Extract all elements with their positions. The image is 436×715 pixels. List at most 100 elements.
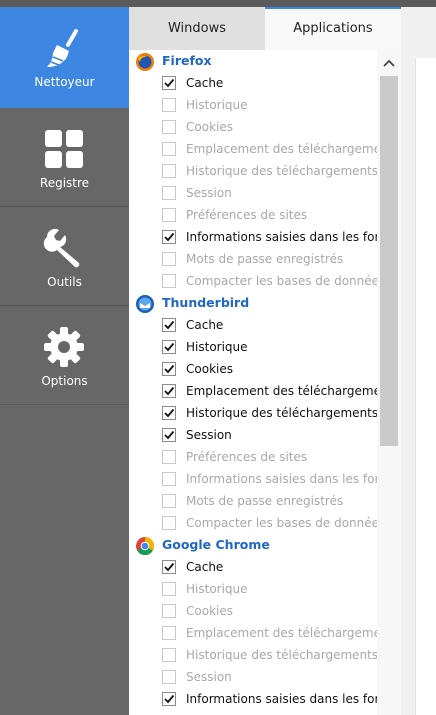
gear-icon	[44, 327, 84, 367]
vertical-scrollbar[interactable]	[377, 50, 401, 715]
group-header-firefox[interactable]: Firefox	[129, 50, 401, 72]
sidebar-item-label: Registre	[39, 176, 90, 190]
list-item[interactable]: Mots de passe enregistrés	[129, 248, 401, 270]
group-name: Thunderbird	[162, 295, 250, 310]
checkbox[interactable]	[162, 186, 176, 200]
list-item[interactable]: Historique	[129, 94, 401, 116]
checkbox[interactable]	[162, 384, 176, 398]
content-area	[401, 50, 436, 715]
list-item[interactable]: Historique des téléchargements	[129, 402, 401, 424]
list-item[interactable]: Préférences de sites	[129, 204, 401, 226]
list-item-label: Session	[186, 186, 232, 200]
list-item[interactable]: Informations saisies dans les formulaire…	[129, 468, 401, 490]
checkbox[interactable]	[162, 582, 176, 596]
chrome-icon	[136, 537, 155, 556]
tab-windows[interactable]: Windows	[129, 7, 265, 50]
list-item[interactable]: Historique	[129, 578, 401, 600]
checkbox[interactable]	[162, 76, 176, 90]
list-item-label: Cache	[186, 318, 224, 332]
group-header-thunderbird[interactable]: Thunderbird	[129, 292, 401, 314]
group-header-google-chrome[interactable]: Google Chrome	[129, 534, 401, 556]
list-item-label: Emplacement des téléchargements	[186, 142, 378, 156]
list-item[interactable]: Cache	[129, 556, 401, 578]
checkbox[interactable]	[162, 120, 176, 134]
checkbox[interactable]	[162, 494, 176, 508]
list-item-label: Compacter les bases de données	[186, 274, 378, 288]
checkbox[interactable]	[162, 230, 176, 244]
checkbox[interactable]	[162, 208, 176, 222]
list-item[interactable]: Session	[129, 182, 401, 204]
sidebar-item-label: Options	[41, 374, 88, 388]
list-item[interactable]: Mots de passe enregistrés	[129, 490, 401, 512]
scroll-up-arrow-icon[interactable]	[382, 58, 396, 68]
checkbox[interactable]	[162, 274, 176, 288]
checkbox[interactable]	[162, 164, 176, 178]
list-item-label: Cookies	[186, 362, 233, 376]
sidebar-item-label: Nettoyeur	[34, 75, 95, 89]
list-item[interactable]: Session	[129, 666, 401, 688]
broom-icon	[47, 29, 78, 67]
checkbox[interactable]	[162, 604, 176, 618]
list-item[interactable]: Emplacement des téléchargements	[129, 138, 401, 160]
checkbox[interactable]	[162, 692, 176, 706]
list-item-label: Préférences de sites	[186, 450, 308, 464]
sidebar-item-options[interactable]: Options	[0, 306, 129, 405]
list-item[interactable]: Cookies	[129, 116, 401, 138]
list-item[interactable]: Préférences de sites	[129, 446, 401, 468]
sidebar-item-registre[interactable]: Registre	[0, 108, 129, 207]
results-panel	[415, 58, 436, 715]
group-name: Firefox	[162, 53, 212, 68]
list-item-label: Historique des téléchargements	[186, 648, 378, 662]
cleaner-items-list: Firefox Cache Historique Cookies Emplacement…	[129, 50, 401, 715]
sidebar-item-nettoyeur[interactable]: Nettoyeur	[0, 7, 129, 108]
list-item-label: Historique des téléchargements	[186, 164, 378, 178]
checkbox[interactable]	[162, 142, 176, 156]
checkbox[interactable]	[162, 340, 176, 354]
checkbox[interactable]	[162, 648, 176, 662]
list-item[interactable]: Cookies	[129, 358, 401, 380]
list-item[interactable]: Session	[129, 424, 401, 446]
list-item-label: Cookies	[186, 604, 233, 618]
list-item-label: Session	[186, 670, 232, 684]
list-item[interactable]: Informations saisies dans les formulaire…	[129, 688, 401, 710]
checkbox[interactable]	[162, 450, 176, 464]
scroll-thumb[interactable]	[380, 76, 398, 446]
list-item[interactable]: Cache	[129, 314, 401, 336]
sidebar-item-label: Outils	[47, 275, 82, 289]
checkbox[interactable]	[162, 98, 176, 112]
list-item[interactable]: Compacter les bases de données	[129, 270, 401, 292]
list-item[interactable]: Informations saisies dans les formulaire…	[129, 226, 401, 248]
group-name: Google Chrome	[162, 537, 270, 552]
checkbox[interactable]	[162, 670, 176, 684]
sidebar-item-outils[interactable]: Outils	[0, 207, 129, 306]
checkbox[interactable]	[162, 362, 176, 376]
list-item-label: Cookies	[186, 120, 233, 134]
checkbox[interactable]	[162, 516, 176, 530]
list-item-label: Mots de passe enregistrés	[186, 494, 344, 508]
list-item[interactable]: Historique des téléchargements	[129, 160, 401, 182]
checkbox[interactable]	[162, 318, 176, 332]
list-item-label: Informations saisies dans les formulaire…	[186, 692, 378, 706]
sidebar: Nettoyeur Registre Outils Options	[0, 7, 129, 715]
checkbox[interactable]	[162, 626, 176, 640]
list-item[interactable]: Historique des téléchargements	[129, 644, 401, 666]
checkbox[interactable]	[162, 472, 176, 486]
list-item-label: Compacter les bases de données	[186, 516, 378, 530]
list-item-label: Historique	[186, 340, 248, 354]
checkbox[interactable]	[162, 252, 176, 266]
tab-applications[interactable]: Applications	[265, 7, 401, 50]
list-item[interactable]: Emplacement des téléchargements	[129, 380, 401, 402]
list-item-label: Emplacement des téléchargements	[186, 626, 378, 640]
list-item[interactable]: Cookies	[129, 600, 401, 622]
list-item-label: Emplacement des téléchargements	[186, 384, 378, 398]
list-item-label: Informations saisies dans les formulaire…	[186, 230, 378, 244]
list-item[interactable]: Historique	[129, 336, 401, 358]
checkbox[interactable]	[162, 428, 176, 442]
list-item[interactable]: Compacter les bases de données	[129, 512, 401, 534]
checkbox[interactable]	[162, 406, 176, 420]
list-item[interactable]: Cache	[129, 72, 401, 94]
checkbox[interactable]	[162, 560, 176, 574]
list-item-label: Session	[186, 428, 232, 442]
list-item[interactable]: Emplacement des téléchargements	[129, 622, 401, 644]
list-item-label: Préférences de sites	[186, 208, 308, 222]
